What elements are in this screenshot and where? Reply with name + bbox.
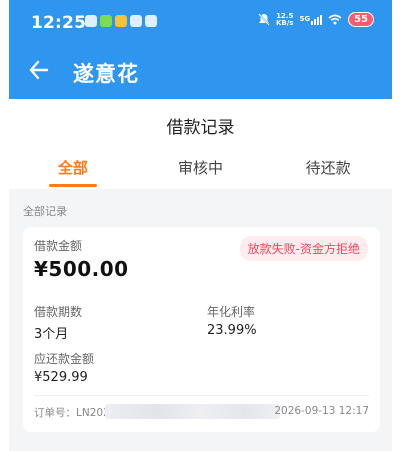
loan-amount: ¥500.00 bbox=[34, 257, 129, 281]
wechat-notification-icon bbox=[100, 15, 112, 27]
section-label: 全部记录 bbox=[23, 205, 67, 218]
repay-label: 应还款金额 bbox=[34, 352, 95, 366]
app-title: 遂意花 bbox=[73, 62, 139, 86]
tab-all-label: 全部 bbox=[57, 159, 88, 177]
message-notification-icon bbox=[130, 15, 142, 27]
loan-record-card[interactable]: 借款金额 ¥500.00 放款失败-资金方拒绝 借款期数 3个月 年化利率 23… bbox=[23, 227, 380, 432]
page-title: 借款记录 bbox=[166, 118, 235, 138]
card-divider bbox=[34, 395, 369, 396]
notification-icons bbox=[85, 15, 157, 27]
order-label: 订单号： bbox=[34, 407, 76, 419]
status-right: 12.5 KB/s 5G 55 bbox=[258, 12, 374, 27]
net-speed: 12.5 KB/s bbox=[275, 12, 294, 27]
tab-pending-repayment[interactable]: 待还款 bbox=[264, 153, 392, 189]
term-label: 借款期数 bbox=[34, 305, 83, 319]
tab-all[interactable]: 全部 bbox=[9, 153, 137, 189]
shield-notification-icon bbox=[145, 15, 157, 27]
tab-bar: 全部 审核中 待还款 bbox=[9, 153, 392, 189]
wifi-icon bbox=[328, 14, 342, 25]
phone-screen: 12:25 12.5 KB/s 5G 55 遂意花 借款记录 全部 审核中 待还… bbox=[9, 0, 392, 451]
tab-reviewing[interactable]: 审核中 bbox=[137, 153, 265, 189]
signal-icon: 5G bbox=[299, 14, 323, 25]
app-bar: 12:25 12.5 KB/s 5G 55 遂意花 bbox=[9, 0, 392, 99]
app-notification-icon bbox=[115, 15, 127, 27]
tab-active-indicator bbox=[48, 184, 97, 187]
order-time: 2026-09-13 12:17 bbox=[274, 405, 369, 417]
status-time: 12:25 bbox=[31, 13, 87, 33]
term-value: 3个月 bbox=[34, 327, 69, 342]
amount-label: 借款金额 bbox=[34, 239, 83, 253]
page-header: 借款记录 全部 审核中 待还款 bbox=[9, 99, 392, 189]
order-number: 订单号：LN202 bbox=[34, 405, 110, 420]
tab-reviewing-label: 审核中 bbox=[178, 159, 224, 177]
repay-value: ¥529.99 bbox=[34, 370, 88, 385]
alipay-notification-icon bbox=[85, 15, 97, 27]
back-arrow-icon[interactable] bbox=[29, 58, 49, 82]
bell-muted-icon bbox=[258, 13, 270, 26]
order-number-redacted bbox=[105, 404, 280, 419]
network-type: 5G bbox=[299, 14, 311, 23]
rate-label: 年化利率 bbox=[207, 305, 256, 319]
battery-indicator: 55 bbox=[348, 12, 374, 27]
tab-pending-repayment-label: 待还款 bbox=[305, 159, 351, 177]
rate-value: 23.99% bbox=[207, 323, 257, 338]
status-bar: 12:25 12.5 KB/s 5G 55 bbox=[9, 0, 392, 42]
net-speed-unit: KB/s bbox=[275, 18, 294, 27]
status-badge: 放款失败-资金方拒绝 bbox=[239, 236, 368, 261]
